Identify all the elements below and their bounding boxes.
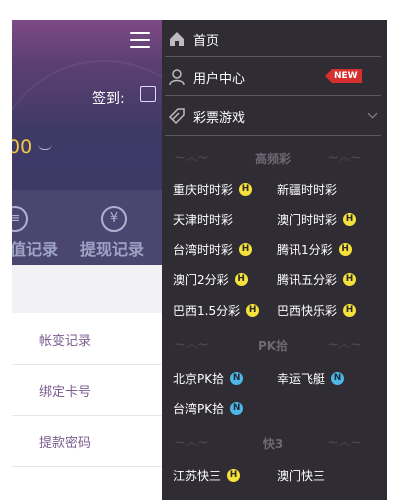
balance-amount: 00: [12, 136, 33, 158]
new-game-badge: N: [230, 402, 244, 415]
section-header-k3: ~෴~ 快3 ~෴~: [162, 432, 384, 454]
new-game-badge: N: [230, 372, 244, 385]
ornament-right-icon: ~෴~: [327, 337, 362, 353]
menu-toggle-icon[interactable]: [130, 32, 150, 48]
section-header-high-frequency: ~෴~ 高频彩 ~෴~: [162, 147, 384, 169]
game-item[interactable]: 巴西快乐彩 H: [277, 303, 357, 319]
hot-badge: H: [234, 273, 248, 286]
sign-in-label[interactable]: 签到:: [92, 88, 125, 108]
game-item[interactable]: 腾讯五分彩 H: [277, 272, 357, 288]
game-item[interactable]: 台湾时时彩 H: [173, 242, 253, 258]
hot-badge: H: [246, 304, 260, 317]
hot-badge: H: [239, 243, 253, 256]
game-item[interactable]: 巴西1.5分彩 H: [173, 303, 260, 319]
deposit-record-label[interactable]: 值记录: [12, 236, 58, 260]
section-header-pk10: ~෴~ PK拾 ~෴~: [162, 334, 384, 356]
withdraw-record-icon[interactable]: ¥: [101, 206, 127, 232]
hot-badge: H: [239, 183, 253, 196]
new-badge: NEW: [325, 69, 362, 83]
game-item[interactable]: 天津时时彩: [173, 212, 233, 228]
drawer-item-home[interactable]: 首页: [162, 20, 384, 58]
game-item[interactable]: 北京PK拾 N: [173, 371, 244, 387]
drawer-item-label: 用户中心: [193, 72, 246, 87]
drawer-item-label: 彩票游戏: [193, 111, 246, 126]
hot-badge: H: [343, 304, 357, 317]
ornament-right-icon: ~෴~: [327, 435, 362, 451]
tag-icon: [168, 108, 185, 125]
drawer-item-label: 首页: [193, 34, 220, 49]
home-icon: [170, 32, 184, 46]
withdraw-record-label[interactable]: 提现记录: [80, 236, 144, 260]
divider: [165, 95, 381, 96]
game-item[interactable]: 江苏快三 H: [173, 468, 241, 484]
top-margin: [0, 0, 403, 20]
game-item[interactable]: 澳门快三: [277, 468, 325, 484]
hot-badge: H: [227, 469, 241, 482]
game-item[interactable]: 澳门时时彩 H: [277, 212, 357, 228]
side-drawer: 首页 用户中心 NEW 彩票游戏 ~෴~ 高频彩 ~෴~ 重庆时时彩 H 新疆时时…: [162, 20, 384, 500]
hot-badge: H: [343, 273, 357, 286]
drawer-item-lottery-games[interactable]: 彩票游戏: [162, 97, 384, 135]
page-edge: [384, 20, 387, 500]
hot-badge: H: [338, 243, 352, 256]
hot-badge: H: [343, 213, 357, 226]
divider: [165, 56, 381, 57]
new-game-badge: N: [331, 372, 345, 385]
edit-icon[interactable]: [140, 86, 156, 102]
divider: [165, 135, 381, 136]
game-item[interactable]: 腾讯1分彩 H: [277, 242, 352, 258]
game-item[interactable]: 重庆时时彩 H: [173, 182, 253, 198]
ornament-right-icon: ~෴~: [327, 150, 362, 166]
user-icon: [169, 69, 185, 86]
game-item[interactable]: 澳门2分彩 H: [173, 272, 248, 288]
left-margin: [0, 0, 12, 500]
game-item[interactable]: 新疆时时彩: [277, 182, 337, 198]
game-item[interactable]: 幸运飞艇 N: [277, 371, 345, 387]
game-item[interactable]: 台湾PK拾 N: [173, 401, 244, 417]
